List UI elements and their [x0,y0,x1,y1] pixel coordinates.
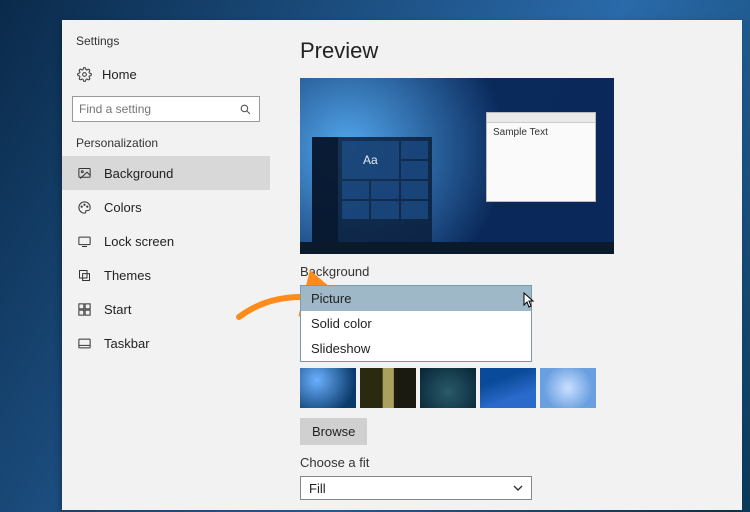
wallpaper-thumb[interactable] [420,368,476,408]
themes-icon [76,267,92,283]
fit-field-label: Choose a fit [300,455,742,470]
sidebar-item-colors[interactable]: Colors [62,190,270,224]
sidebar-item-label: Themes [104,268,151,283]
picture-icon [76,165,92,181]
taskbar-icon [76,335,92,351]
preview-startmenu: Aa [312,137,432,242]
preview-taskbar [300,242,614,254]
home-nav[interactable]: Home [62,60,270,96]
dropdown-option-solid[interactable]: Solid color [301,311,531,336]
fit-value: Fill [309,481,326,496]
background-type-dropdown[interactable]: Picture Solid color Slideshow [300,285,532,362]
wallpaper-thumb[interactable] [540,368,596,408]
sidebar-item-label: Background [104,166,173,181]
search-input[interactable] [79,102,239,116]
sidebar-item-start[interactable]: Start [62,292,270,326]
dropdown-option-picture[interactable]: Picture [301,286,531,311]
section-title: Personalization [62,136,270,156]
sidebar-item-label: Taskbar [104,336,150,351]
palette-icon [76,199,92,215]
page-title: Preview [300,38,742,64]
preview-sample-text: Sample Text [487,123,595,142]
desktop-preview: Aa Sample Text [300,78,614,254]
sidebar-item-themes[interactable]: Themes [62,258,270,292]
home-label: Home [102,67,137,82]
dropdown-option-slideshow[interactable]: Slideshow [301,336,531,361]
preview-sample-window: Sample Text [486,112,596,202]
wallpaper-thumb[interactable] [300,368,356,408]
sidebar-item-label: Start [104,302,131,317]
search-icon [239,103,253,116]
chevron-down-icon [513,485,523,491]
cursor-icon [523,292,535,308]
lock-screen-icon [76,233,92,249]
gear-icon [76,66,92,82]
sidebar-item-background[interactable]: Background [62,156,270,190]
sidebar-item-label: Lock screen [104,234,174,249]
background-field-label: Background [300,264,742,279]
settings-window: Settings Home Personalization Background [62,20,742,510]
main-content: Preview Aa Sample Text Background Pictur… [270,20,742,510]
recent-images-row [300,368,742,408]
preview-aa-tile: Aa [342,141,399,179]
sidebar: Settings Home Personalization Background [62,20,270,510]
wallpaper-thumb[interactable] [480,368,536,408]
sidebar-item-lockscreen[interactable]: Lock screen [62,224,270,258]
wallpaper-thumb[interactable] [360,368,416,408]
sidebar-item-taskbar[interactable]: Taskbar [62,326,270,360]
app-title: Settings [62,30,270,60]
browse-button[interactable]: Browse [300,418,367,445]
start-icon [76,301,92,317]
search-box[interactable] [72,96,260,122]
sidebar-item-label: Colors [104,200,142,215]
fit-dropdown[interactable]: Fill [300,476,532,500]
